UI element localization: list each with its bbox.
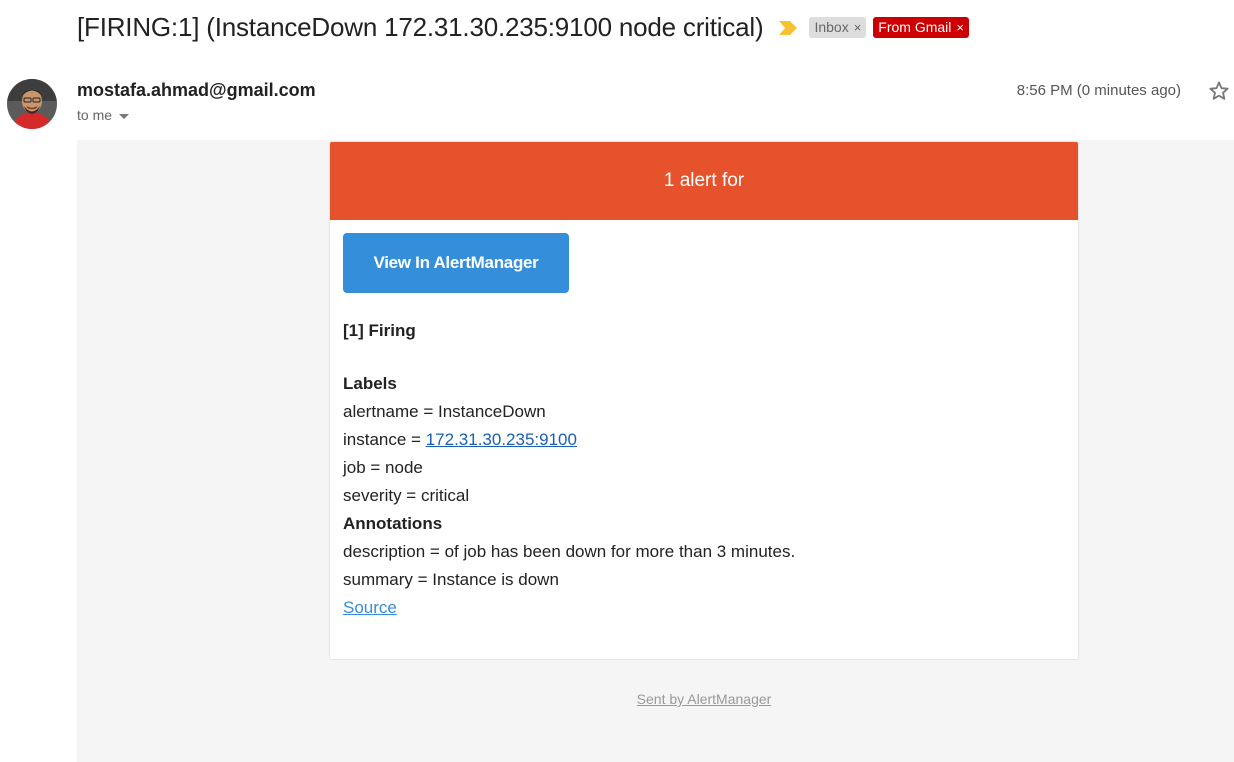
annotations-heading: Annotations [343,514,443,533]
label-chip-text: Inbox [814,18,849,35]
sender-address: mostafa.ahmad@gmail.com [77,80,316,100]
email-footer: Sent by AlertManager [329,691,1079,707]
source-link[interactable]: Source [343,598,397,617]
email-body: 1 alert for View In AlertManager [1] Fir… [77,140,1234,762]
recipient-details-toggle[interactable]: to me [77,107,130,123]
label-severity: severity = critical [343,486,470,505]
alert-card: 1 alert for View In AlertManager [1] Fir… [329,141,1079,660]
importance-marker-icon[interactable] [777,19,799,37]
message-date: 8:56 PM (0 minutes ago) [1016,82,1181,99]
annotation-summary: summary = Instance is down [343,570,559,589]
sent-by-alertmanager-link[interactable]: Sent by AlertManager [637,691,772,707]
alert-banner-text: 1 alert for [663,170,745,191]
label-alertname: alertname = InstanceDown [343,402,546,421]
instance-link[interactable]: 172.31.30.235:9100 [426,430,577,449]
label-chip-inbox[interactable]: Inbox × [809,16,867,38]
alert-details: [1] Firing Labels alertname = InstanceDo… [343,317,795,622]
firing-title: [1] Firing [343,321,416,340]
chevron-down-icon[interactable] [119,113,130,119]
email-subject: [FIRING:1] (InstanceDown 172.31.30.235:9… [77,11,764,42]
label-chip-text: From Gmail [878,18,952,35]
annotation-description: description = of job has been down for m… [343,542,796,561]
star-icon[interactable] [1207,79,1231,103]
label-instance-key: instance = [343,430,426,449]
label-instance: instance = 172.31.30.235:9100 [343,426,795,454]
email-subject-row: [FIRING:1] (InstanceDown 172.31.30.235:9… [77,8,970,46]
alert-banner: 1 alert for [330,142,1078,220]
remove-label-icon[interactable]: × [956,17,964,38]
labels-heading: Labels [343,374,397,393]
sender-avatar[interactable] [7,79,57,129]
label-job: job = node [343,458,423,477]
remove-label-icon[interactable]: × [854,17,862,38]
view-in-alertmanager-button[interactable]: View In AlertManager [343,233,569,293]
label-chip-from-gmail[interactable]: From Gmail × [873,16,970,38]
recipient-label: to me [77,107,113,123]
